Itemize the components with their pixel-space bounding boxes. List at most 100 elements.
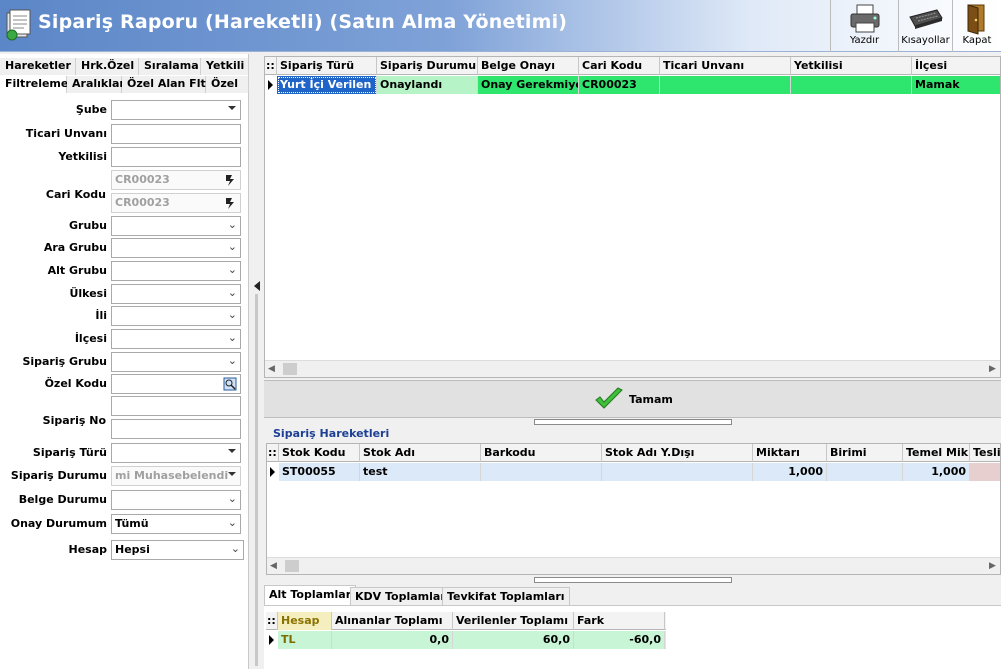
- col-siparis-turu[interactable]: Sipariş Türü: [277, 57, 377, 75]
- row-indicator: [265, 76, 277, 94]
- col-ilcesi[interactable]: İlçesi: [912, 57, 1000, 75]
- grid-corner[interactable]: ::: [267, 444, 279, 462]
- tab-kdv-toplamlari[interactable]: KDV Toplamları: [350, 587, 455, 605]
- scroll-left-icon[interactable]: ◀: [270, 561, 277, 571]
- belge-durumu-select[interactable]: ⌄: [111, 490, 241, 510]
- scroll-right-icon[interactable]: ▶: [989, 364, 996, 374]
- cell-belge-onayi[interactable]: Onay Gerekmiyor: [478, 76, 579, 94]
- cell-barkodu[interactable]: [481, 463, 602, 481]
- cari-kodu-start-input[interactable]: CR00023: [111, 170, 241, 190]
- onay-durumum-select[interactable]: Tümü ⌄: [111, 514, 241, 534]
- col-yetkilisi[interactable]: Yetkilisi: [791, 57, 912, 75]
- tab-yetkili[interactable]: Yetkili: [201, 58, 249, 75]
- cell-siparis-turu[interactable]: Yurt İçi Verilen: [277, 76, 377, 94]
- col-belge-onayi[interactable]: Belge Onayı: [478, 57, 579, 75]
- col-hesap[interactable]: Hesap: [278, 612, 332, 630]
- col-stok-adi[interactable]: Stok Adı: [360, 444, 481, 462]
- cell-hesap[interactable]: TL: [278, 631, 332, 649]
- cell-ilcesi[interactable]: Mamak: [912, 76, 1000, 94]
- cell-teslim[interactable]: [970, 463, 1000, 481]
- cell-birimi[interactable]: [827, 463, 903, 481]
- tab-ozel-alan-flt[interactable]: Özel Alan Flt.: [122, 76, 210, 93]
- tab-ozel[interactable]: Özel: [206, 76, 249, 93]
- close-button[interactable]: Kapat: [952, 0, 1001, 52]
- cell-stok-kodu[interactable]: ST00055: [279, 463, 360, 481]
- cell-stok-adi[interactable]: test: [360, 463, 481, 481]
- ilcesi-select[interactable]: ⌄: [111, 329, 241, 349]
- lookup-icon[interactable]: [223, 173, 237, 187]
- col-siparis-durumu[interactable]: Sipariş Durumu: [377, 57, 478, 75]
- cell-yetkilisi[interactable]: [791, 76, 912, 94]
- tab-tevkifat-toplamlari[interactable]: Tevkifat Toplamları: [442, 587, 570, 605]
- cell-cari-kodu[interactable]: CR00023: [579, 76, 660, 94]
- filter-siparis-turu: Sipariş Türü: [0, 443, 249, 463]
- cari-kodu-end-input[interactable]: CR00023: [111, 193, 241, 213]
- orders-horizontal-scrollbar[interactable]: ◀ ▶: [265, 360, 1000, 377]
- col-cari-kodu[interactable]: Cari Kodu: [579, 57, 660, 75]
- lookup-icon[interactable]: [223, 196, 237, 210]
- tab-filtreleme[interactable]: Filtreleme: [0, 76, 68, 93]
- ozel-kodu-input[interactable]: [111, 374, 241, 394]
- scroll-thumb[interactable]: [285, 560, 299, 572]
- keyboard-icon: [908, 9, 943, 29]
- col-stok-adi-ydisi[interactable]: Stok Adı Y.Dışı: [602, 444, 753, 462]
- hesap-select[interactable]: Hepsi ⌄: [111, 540, 244, 560]
- col-stok-kodu[interactable]: Stok Kodu: [279, 444, 360, 462]
- scroll-thumb[interactable]: [283, 363, 297, 375]
- ticari-unvani-input[interactable]: [111, 124, 241, 144]
- print-button[interactable]: Yazdır: [830, 0, 898, 52]
- cell-temel-mik[interactable]: 1,000: [903, 463, 970, 481]
- table-row[interactable]: TL 0,0 60,0 -60,0: [266, 631, 666, 649]
- sube-select[interactable]: [111, 100, 241, 120]
- ili-select[interactable]: ⌄: [111, 306, 241, 326]
- search-list-icon[interactable]: [223, 377, 237, 391]
- grid-corner[interactable]: ::: [266, 612, 278, 630]
- scroll-left-icon[interactable]: ◀: [268, 364, 275, 374]
- tab-hareketler[interactable]: Hareketler: [0, 58, 76, 75]
- cell-siparis-durumu[interactable]: Onaylandı: [377, 76, 478, 94]
- splitter-grip[interactable]: [255, 294, 258, 666]
- col-miktari[interactable]: Miktarı: [753, 444, 827, 462]
- siparis-no-end-input[interactable]: [111, 419, 241, 439]
- cell-verilenler[interactable]: 60,0: [453, 631, 574, 649]
- cell-alinanlar[interactable]: 0,0: [332, 631, 453, 649]
- col-alinanlar[interactable]: Alınanlar Toplamı: [332, 612, 453, 630]
- alt-grubu-select[interactable]: ⌄: [111, 261, 241, 281]
- collapse-left-icon[interactable]: [253, 281, 261, 291]
- filter-ara-grubu: Ara Grubu ⌄: [0, 238, 249, 258]
- grid-corner[interactable]: ::: [265, 57, 277, 75]
- tab-siralama[interactable]: Sıralama: [139, 58, 201, 75]
- tab-araliklar[interactable]: Aralıklar: [67, 76, 125, 93]
- cell-ticari-unvani[interactable]: [660, 76, 791, 94]
- siparis-grubu-select[interactable]: ⌄: [111, 352, 241, 372]
- filter-ulkesi: Ülkesi ⌄: [0, 284, 249, 304]
- dropdown-arrow-icon: [228, 106, 236, 110]
- ara-grubu-select[interactable]: ⌄: [111, 238, 241, 258]
- tab-hrk-ozel[interactable]: Hrk.Özel: [76, 58, 139, 75]
- cell-miktari[interactable]: 1,000: [753, 463, 827, 481]
- shortcuts-button[interactable]: Kısayollar: [898, 0, 952, 52]
- siparis-turu-select[interactable]: [111, 443, 241, 463]
- yetkilisi-input[interactable]: [111, 147, 241, 167]
- splitter-grip-top[interactable]: [534, 419, 732, 425]
- col-verilenler[interactable]: Verilenler Toplamı: [453, 612, 574, 630]
- cell-fark[interactable]: -60,0: [574, 631, 665, 649]
- panel-splitter[interactable]: [250, 54, 264, 669]
- grubu-select[interactable]: ⌄: [111, 216, 241, 236]
- splitter-grip-bottom[interactable]: [534, 577, 732, 583]
- siparis-durumu-select[interactable]: mi Muhasebelendi: [111, 466, 241, 486]
- col-fark[interactable]: Fark: [574, 612, 665, 630]
- table-row[interactable]: Yurt İçi Verilen Onaylandı Onay Gerekmiy…: [265, 76, 1000, 94]
- table-row[interactable]: ST00055 test 1,000 1,000: [267, 463, 1000, 481]
- cell-stok-adi-ydisi[interactable]: [602, 463, 753, 481]
- scroll-right-icon[interactable]: ▶: [989, 561, 996, 571]
- col-birimi[interactable]: Birimi: [827, 444, 903, 462]
- col-teslim[interactable]: Teslim: [970, 444, 1000, 462]
- movements-horizontal-scrollbar[interactable]: ◀ ▶: [267, 557, 1000, 574]
- col-ticari-unvani[interactable]: Ticari Unvanı: [660, 57, 791, 75]
- siparis-no-start-input[interactable]: [111, 396, 241, 416]
- col-temel-mik[interactable]: Temel Mik.: [903, 444, 970, 462]
- col-barkodu[interactable]: Barkodu: [481, 444, 602, 462]
- ulkesi-select[interactable]: ⌄: [111, 284, 241, 304]
- tab-alt-toplamlar[interactable]: Alt Toplamlar: [264, 585, 357, 605]
